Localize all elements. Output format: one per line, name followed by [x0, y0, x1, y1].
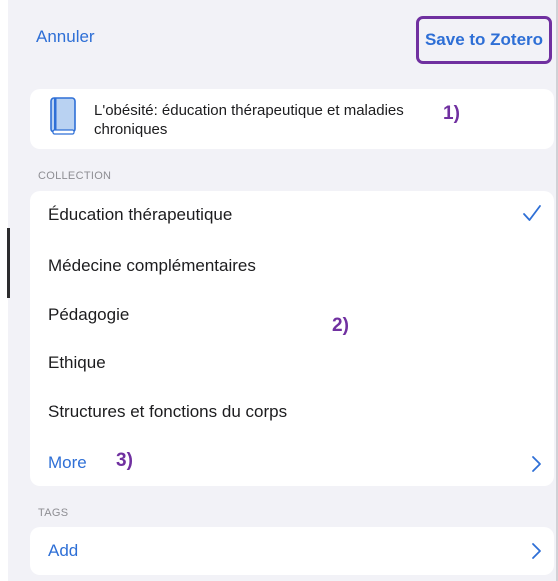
background-app-stripe — [7, 228, 10, 298]
tags-header: TAGS — [38, 507, 69, 519]
item-card: L'obésité: éducation thérapeutique et ma… — [30, 89, 554, 149]
collection-item-structures[interactable]: Structures et fonctions du corps — [48, 402, 287, 422]
collection-header: COLLECTION — [38, 170, 112, 182]
collection-item-ethique[interactable]: Ethique — [48, 353, 106, 373]
item-title: L'obésité: éducation thérapeutique et ma… — [94, 102, 404, 138]
checkmark-icon — [523, 205, 541, 221]
share-sheet: Annuler Save to Zotero L'obésité: éducat… — [0, 0, 558, 581]
collection-item-pedagogie[interactable]: Pédagogie — [48, 305, 129, 325]
tags-list: Add — [30, 527, 554, 575]
more-button[interactable]: More — [48, 453, 87, 473]
annotation-1: 1) — [443, 103, 460, 124]
background-app-edge — [0, 0, 10, 581]
annotation-3: 3) — [116, 450, 133, 471]
book-icon — [50, 97, 76, 135]
save-to-zotero-button[interactable]: Save to Zotero — [416, 16, 552, 64]
chevron-right-icon[interactable] — [530, 455, 542, 473]
cancel-button[interactable]: Annuler — [36, 27, 95, 47]
save-button-label: Save to Zotero — [424, 30, 544, 49]
collection-item-education-therapeutique[interactable]: Éducation thérapeutique — [48, 205, 232, 225]
collection-list: Éducation thérapeutique Médecine complém… — [30, 191, 554, 486]
annotation-2: 2) — [332, 315, 349, 336]
chevron-right-icon[interactable] — [530, 542, 542, 560]
collection-item-medecine-complementaires[interactable]: Médecine complémentaires — [48, 256, 256, 276]
add-tag-button[interactable]: Add — [48, 541, 78, 561]
